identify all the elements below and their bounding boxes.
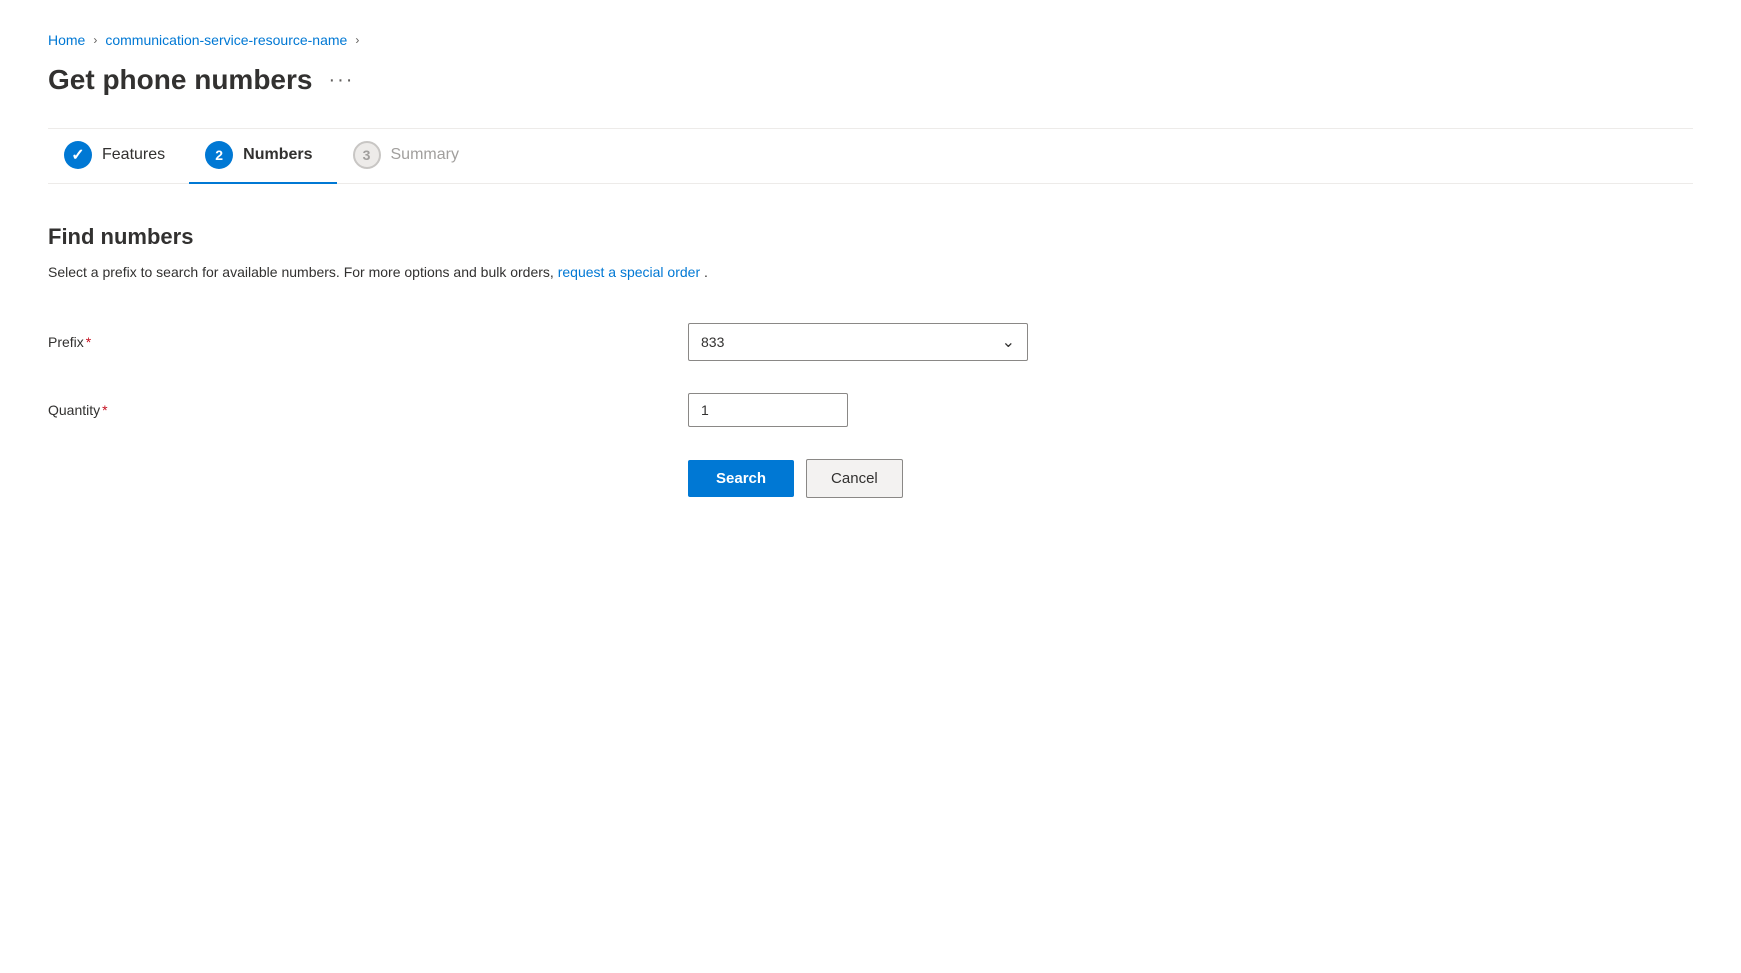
breadcrumb-chevron-1: › (93, 33, 97, 47)
cancel-button[interactable]: Cancel (806, 459, 903, 498)
breadcrumb-resource[interactable]: communication-service-resource-name (105, 32, 347, 48)
action-buttons: Search Cancel (688, 459, 1693, 498)
checkmark-icon: ✓ (71, 145, 84, 165)
prefix-field: Prefix* 833 ⌄ (48, 323, 1693, 361)
chevron-down-icon: ⌄ (1002, 332, 1015, 352)
quantity-input-wrapper (688, 393, 1028, 427)
tab-summary[interactable]: 3 Summary (337, 129, 483, 183)
tab-circle-numbers: 2 (205, 141, 233, 169)
quantity-required: * (102, 402, 107, 418)
breadcrumb: Home › communication-service-resource-na… (48, 32, 1693, 48)
quantity-label: Quantity* (48, 402, 688, 418)
find-numbers-section: Find numbers Select a prefix to search f… (48, 224, 1693, 498)
find-numbers-description: Select a prefix to search for available … (48, 262, 1693, 283)
tab-numbers[interactable]: 2 Numbers (189, 129, 336, 183)
description-text-start: Select a prefix to search for available … (48, 264, 558, 280)
prefix-input-wrapper: 833 ⌄ (688, 323, 1028, 361)
tab-step-summary: 3 (363, 147, 371, 163)
tab-step-numbers: 2 (215, 147, 223, 163)
prefix-dropdown[interactable]: 833 ⌄ (688, 323, 1028, 361)
description-text-end: . (704, 264, 708, 280)
tab-label-summary: Summary (391, 146, 459, 164)
search-button[interactable]: Search (688, 460, 794, 497)
breadcrumb-home[interactable]: Home (48, 32, 85, 48)
tab-label-numbers: Numbers (243, 146, 312, 164)
tab-circle-summary: 3 (353, 141, 381, 169)
find-numbers-title: Find numbers (48, 224, 1693, 250)
page-title-row: Get phone numbers ··· (48, 64, 1693, 96)
breadcrumb-chevron-2: › (355, 33, 359, 47)
prefix-label: Prefix* (48, 334, 688, 350)
quantity-input[interactable] (688, 393, 848, 427)
special-order-link[interactable]: request a special order (558, 264, 700, 280)
page-menu-button[interactable]: ··· (328, 69, 354, 92)
tab-features[interactable]: ✓ Features (48, 129, 189, 183)
prefix-value: 833 (701, 334, 724, 350)
tab-circle-features: ✓ (64, 141, 92, 169)
wizard-tabs: ✓ Features 2 Numbers 3 Summary (48, 129, 1693, 184)
quantity-field: Quantity* (48, 393, 1693, 427)
page-title: Get phone numbers (48, 64, 312, 96)
prefix-required: * (86, 334, 91, 350)
tab-label-features: Features (102, 146, 165, 164)
